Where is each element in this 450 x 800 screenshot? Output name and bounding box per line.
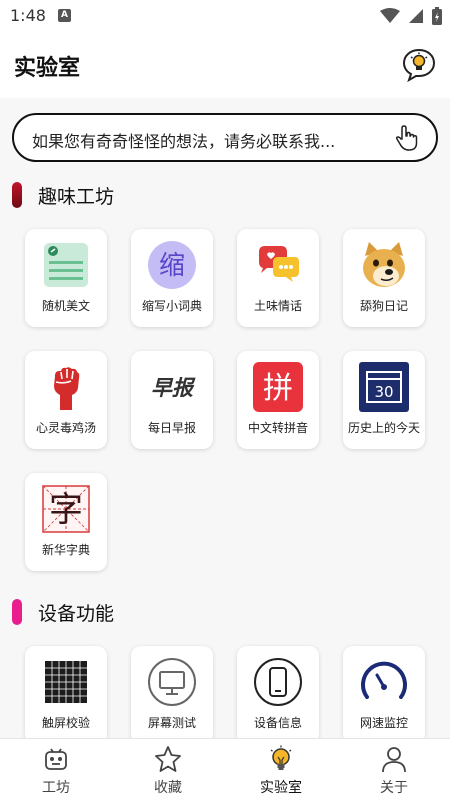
tool-tile-random-article[interactable]: 随机美文 [25, 229, 107, 327]
tool-tile-pinyin[interactable]: 拼 中文转拼音 [237, 351, 319, 449]
tile-label: 触屏校验 [41, 716, 90, 730]
section-title: 趣味工坊 [38, 185, 115, 208]
idea-button[interactable] [402, 48, 436, 83]
tile-label: 网速监控 [359, 716, 408, 730]
tile-label: 舔狗日记 [359, 299, 408, 313]
star-icon [155, 746, 181, 772]
tool-tile-speed-monitor[interactable]: 网速监控 [343, 646, 425, 738]
phone-icon [254, 658, 302, 706]
svg-text:缩: 缩 [159, 251, 185, 281]
doge-icon [363, 242, 405, 287]
tile-label: 设备信息 [253, 716, 302, 730]
nav-label: 实验室 [260, 780, 302, 796]
calendar-icon: 30 [359, 362, 409, 412]
morning-news-icon: 早报 [151, 376, 196, 400]
tool-tile-morning-news[interactable]: 早报 每日早报 [131, 351, 213, 449]
section-title: 设备功能 [38, 602, 115, 625]
dictionary-icon: 字 [42, 485, 90, 533]
section-header-fun-workshop: 趣味工坊 [12, 182, 114, 208]
abbreviation-icon: 缩 [148, 241, 196, 289]
bottom-navigation: 工坊 收藏 实验室 关于 [0, 738, 450, 800]
speedometer-icon [361, 661, 407, 699]
nav-label: 关于 [380, 780, 408, 796]
battery-icon [432, 7, 442, 25]
article-icon [44, 243, 88, 287]
nav-label: 工坊 [42, 780, 70, 796]
section-accent-bar [12, 182, 22, 208]
tool-tile-screen-test[interactable]: 屏幕测试 [131, 646, 213, 738]
tool-tile-toxic-soup[interactable]: 心灵毒鸡汤 [25, 351, 107, 449]
workshop-icon [45, 748, 67, 770]
nav-label: 收藏 [154, 780, 182, 796]
svg-text:拼: 拼 [263, 371, 293, 406]
tile-label: 屏幕测试 [147, 716, 196, 730]
tile-label: 心灵毒鸡汤 [35, 421, 96, 435]
tile-label: 历史上的今天 [347, 421, 420, 435]
app-header: 实验室 [0, 32, 450, 98]
tool-tile-device-info[interactable]: 设备信息 [237, 646, 319, 738]
person-icon [382, 747, 406, 773]
svg-text:字: 字 [49, 490, 83, 530]
lab-bulb-icon [270, 745, 292, 770]
tool-tile-abbreviation-dictionary[interactable]: 缩 缩写小词典 [131, 229, 213, 327]
tool-tile-cheesy-lines[interactable]: 土味情话 [237, 229, 319, 327]
pointer-hand-icon [395, 125, 418, 151]
tile-label: 中文转拼音 [247, 421, 308, 435]
status-bar: 1:48 A [0, 0, 450, 32]
tile-label: 每日早报 [147, 421, 196, 435]
nav-item-about[interactable]: 关于 [338, 739, 450, 800]
nav-item-favorites[interactable]: 收藏 [112, 739, 224, 800]
tile-label: 土味情话 [253, 299, 302, 313]
tile-label: 随机美文 [41, 299, 90, 313]
contact-banner-text: 如果您有奇奇怪怪的想法，请务必联系我... [32, 132, 336, 151]
fist-icon [54, 367, 80, 410]
nav-item-workshop[interactable]: 工坊 [0, 739, 112, 800]
tile-label: 缩写小词典 [141, 299, 202, 313]
lightbulb-chat-icon [402, 48, 436, 83]
section-accent-bar [12, 599, 22, 625]
nav-item-lab[interactable]: 实验室 [225, 739, 337, 800]
content-area[interactable]: 如果您有奇奇怪怪的想法，请务必联系我... 趣味工坊 随机美文 缩 缩写小词典 [0, 98, 450, 738]
status-time: 1:48 [10, 6, 46, 25]
love-chat-icon [259, 246, 299, 282]
pinyin-icon: 拼 [253, 362, 303, 412]
page-title: 实验室 [14, 56, 81, 81]
wifi-icon [380, 8, 400, 23]
svg-text:早报: 早报 [151, 376, 196, 400]
section-header-device-functions: 设备功能 [12, 599, 114, 625]
signal-icon [409, 9, 423, 23]
tool-tile-simp-diary[interactable]: 舔狗日记 [343, 229, 425, 327]
tile-label: 新华字典 [41, 543, 90, 557]
monitor-icon [148, 658, 196, 706]
contact-banner[interactable]: 如果您有奇奇怪怪的想法，请务必联系我... [12, 113, 438, 162]
tool-tile-xinhua-dictionary[interactable]: 字 新华字典 [25, 473, 107, 571]
tool-tile-touch-calibration[interactable]: 触屏校验 [25, 646, 107, 738]
touch-grid-icon [45, 661, 87, 703]
svg-text:30: 30 [374, 383, 393, 401]
status-icons [380, 6, 442, 26]
notification-icon: A [58, 9, 71, 22]
tool-tile-history-today[interactable]: 30 历史上的今天 [343, 351, 425, 449]
